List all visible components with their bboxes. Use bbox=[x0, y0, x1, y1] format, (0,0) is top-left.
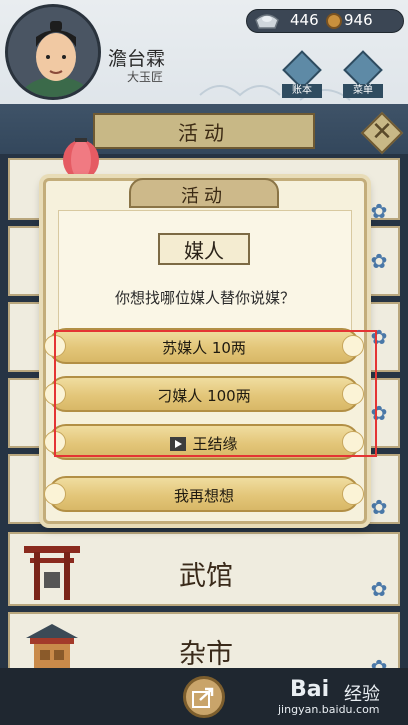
activity-banner: 活动 bbox=[93, 113, 315, 149]
player-title: 大玉匠 bbox=[127, 70, 164, 84]
role-label: 媒人 bbox=[184, 239, 224, 263]
ledger-button[interactable]: 账本 bbox=[282, 50, 322, 98]
player-name: 澹台霖 bbox=[108, 48, 166, 70]
player-avatar[interactable] bbox=[5, 4, 101, 100]
cancel-button[interactable]: 我再想想 bbox=[44, 476, 364, 512]
watermark-url: jingyan.baidu.com bbox=[278, 703, 380, 716]
button-knob-right bbox=[342, 483, 364, 505]
list-item-label: 武馆 bbox=[179, 561, 233, 592]
gold-count: 946 bbox=[344, 11, 373, 29]
flower-icon: ✿ bbox=[370, 199, 388, 223]
list-item-label: 杂市 bbox=[179, 639, 233, 670]
menu-label: 菜单 bbox=[343, 84, 383, 98]
dialog-content-box bbox=[58, 210, 352, 338]
watermark-logo: Bai bbox=[290, 677, 330, 702]
flower-icon: ✿ bbox=[370, 577, 388, 601]
silver-count: 446 bbox=[290, 11, 319, 29]
gold-coin-icon bbox=[326, 13, 342, 29]
ledger-label: 账本 bbox=[282, 84, 322, 98]
share-icon bbox=[192, 687, 214, 708]
dialog-prompt: 你想找哪位媒人替你说媒？ bbox=[114, 289, 295, 307]
dialog-title: 活动 bbox=[181, 186, 227, 207]
list-item-martial-hall[interactable]: 武馆 ✿ bbox=[8, 532, 400, 606]
silver-ingot-icon bbox=[255, 14, 279, 29]
flower-icon: ✿ bbox=[370, 249, 388, 273]
activity-banner-title: 活动 bbox=[178, 121, 230, 145]
menu-button[interactable]: 菜单 bbox=[343, 50, 383, 98]
cancel-label: 我再想想 bbox=[173, 487, 234, 505]
flower-icon: ✿ bbox=[370, 495, 388, 519]
highlight-annotation-box bbox=[54, 330, 377, 457]
close-icon[interactable]: ✕ bbox=[367, 117, 397, 147]
